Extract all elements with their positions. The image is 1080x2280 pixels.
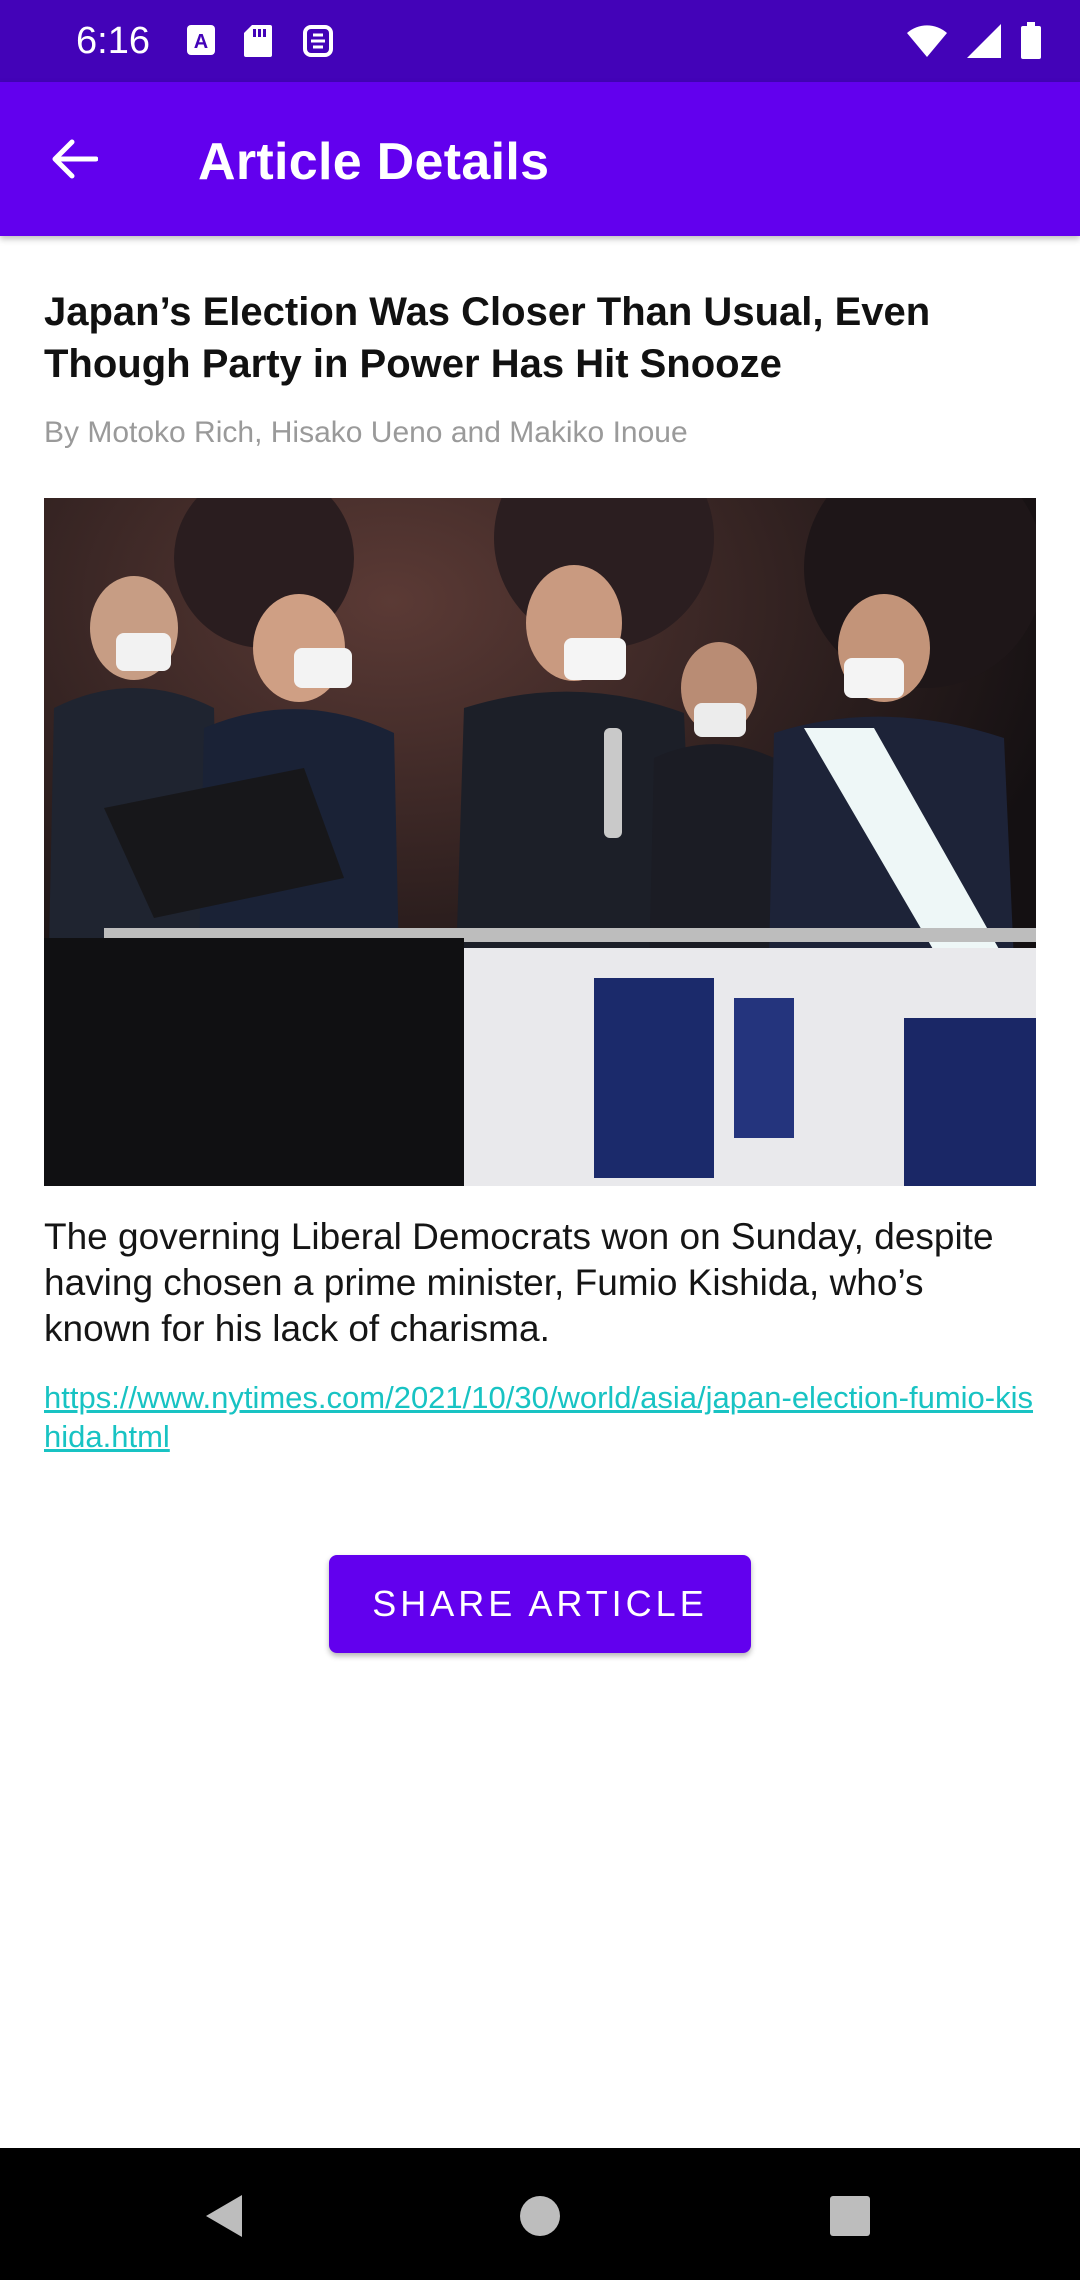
status-icons-right bbox=[906, 22, 1042, 65]
sd-card-icon bbox=[244, 24, 276, 60]
article-content: Japan’s Election Was Closer Than Usual, … bbox=[44, 236, 1036, 1456]
svg-text:A: A bbox=[194, 31, 208, 53]
nav-home-button[interactable] bbox=[512, 2190, 568, 2246]
app-bar: Article Details bbox=[0, 82, 1080, 236]
article-byline: By Motoko Rich, Hisako Ueno and Makiko I… bbox=[44, 416, 688, 449]
keyboard-a-icon: A bbox=[186, 24, 218, 60]
wifi-icon bbox=[906, 24, 948, 63]
nav-back-icon bbox=[202, 2192, 246, 2245]
article-photo bbox=[44, 498, 1036, 1186]
sync-icon bbox=[302, 24, 334, 60]
article-title: Japan’s Election Was Closer Than Usual, … bbox=[44, 290, 931, 386]
status-icons-left: A bbox=[186, 24, 334, 60]
share-article-button[interactable]: SHARE ARTICLE bbox=[329, 1555, 751, 1653]
navigation-bar bbox=[0, 2148, 1080, 2280]
arrow-back-icon bbox=[50, 139, 99, 184]
page-title: Article Details bbox=[198, 133, 550, 191]
status-time: 6:16 bbox=[76, 20, 150, 62]
cell-signal-icon bbox=[966, 23, 1002, 64]
article-url-link[interactable]: https://www.nytimes.com/2021/10/30/world… bbox=[44, 1378, 1036, 1456]
article-summary: The governing Liberal Democrats won on S… bbox=[44, 1216, 994, 1349]
article-details-screen: 6:16 A Article Details Japan’s Election … bbox=[0, 0, 1080, 2280]
battery-icon bbox=[1020, 22, 1042, 65]
nav-back-button[interactable] bbox=[196, 2190, 252, 2246]
nav-recents-button[interactable] bbox=[822, 2190, 878, 2246]
back-button[interactable] bbox=[36, 123, 112, 199]
status-bar: 6:16 A bbox=[0, 0, 1080, 82]
article-image bbox=[44, 498, 1036, 1186]
nav-recents-icon bbox=[828, 2194, 872, 2243]
nav-home-icon bbox=[518, 2194, 562, 2243]
